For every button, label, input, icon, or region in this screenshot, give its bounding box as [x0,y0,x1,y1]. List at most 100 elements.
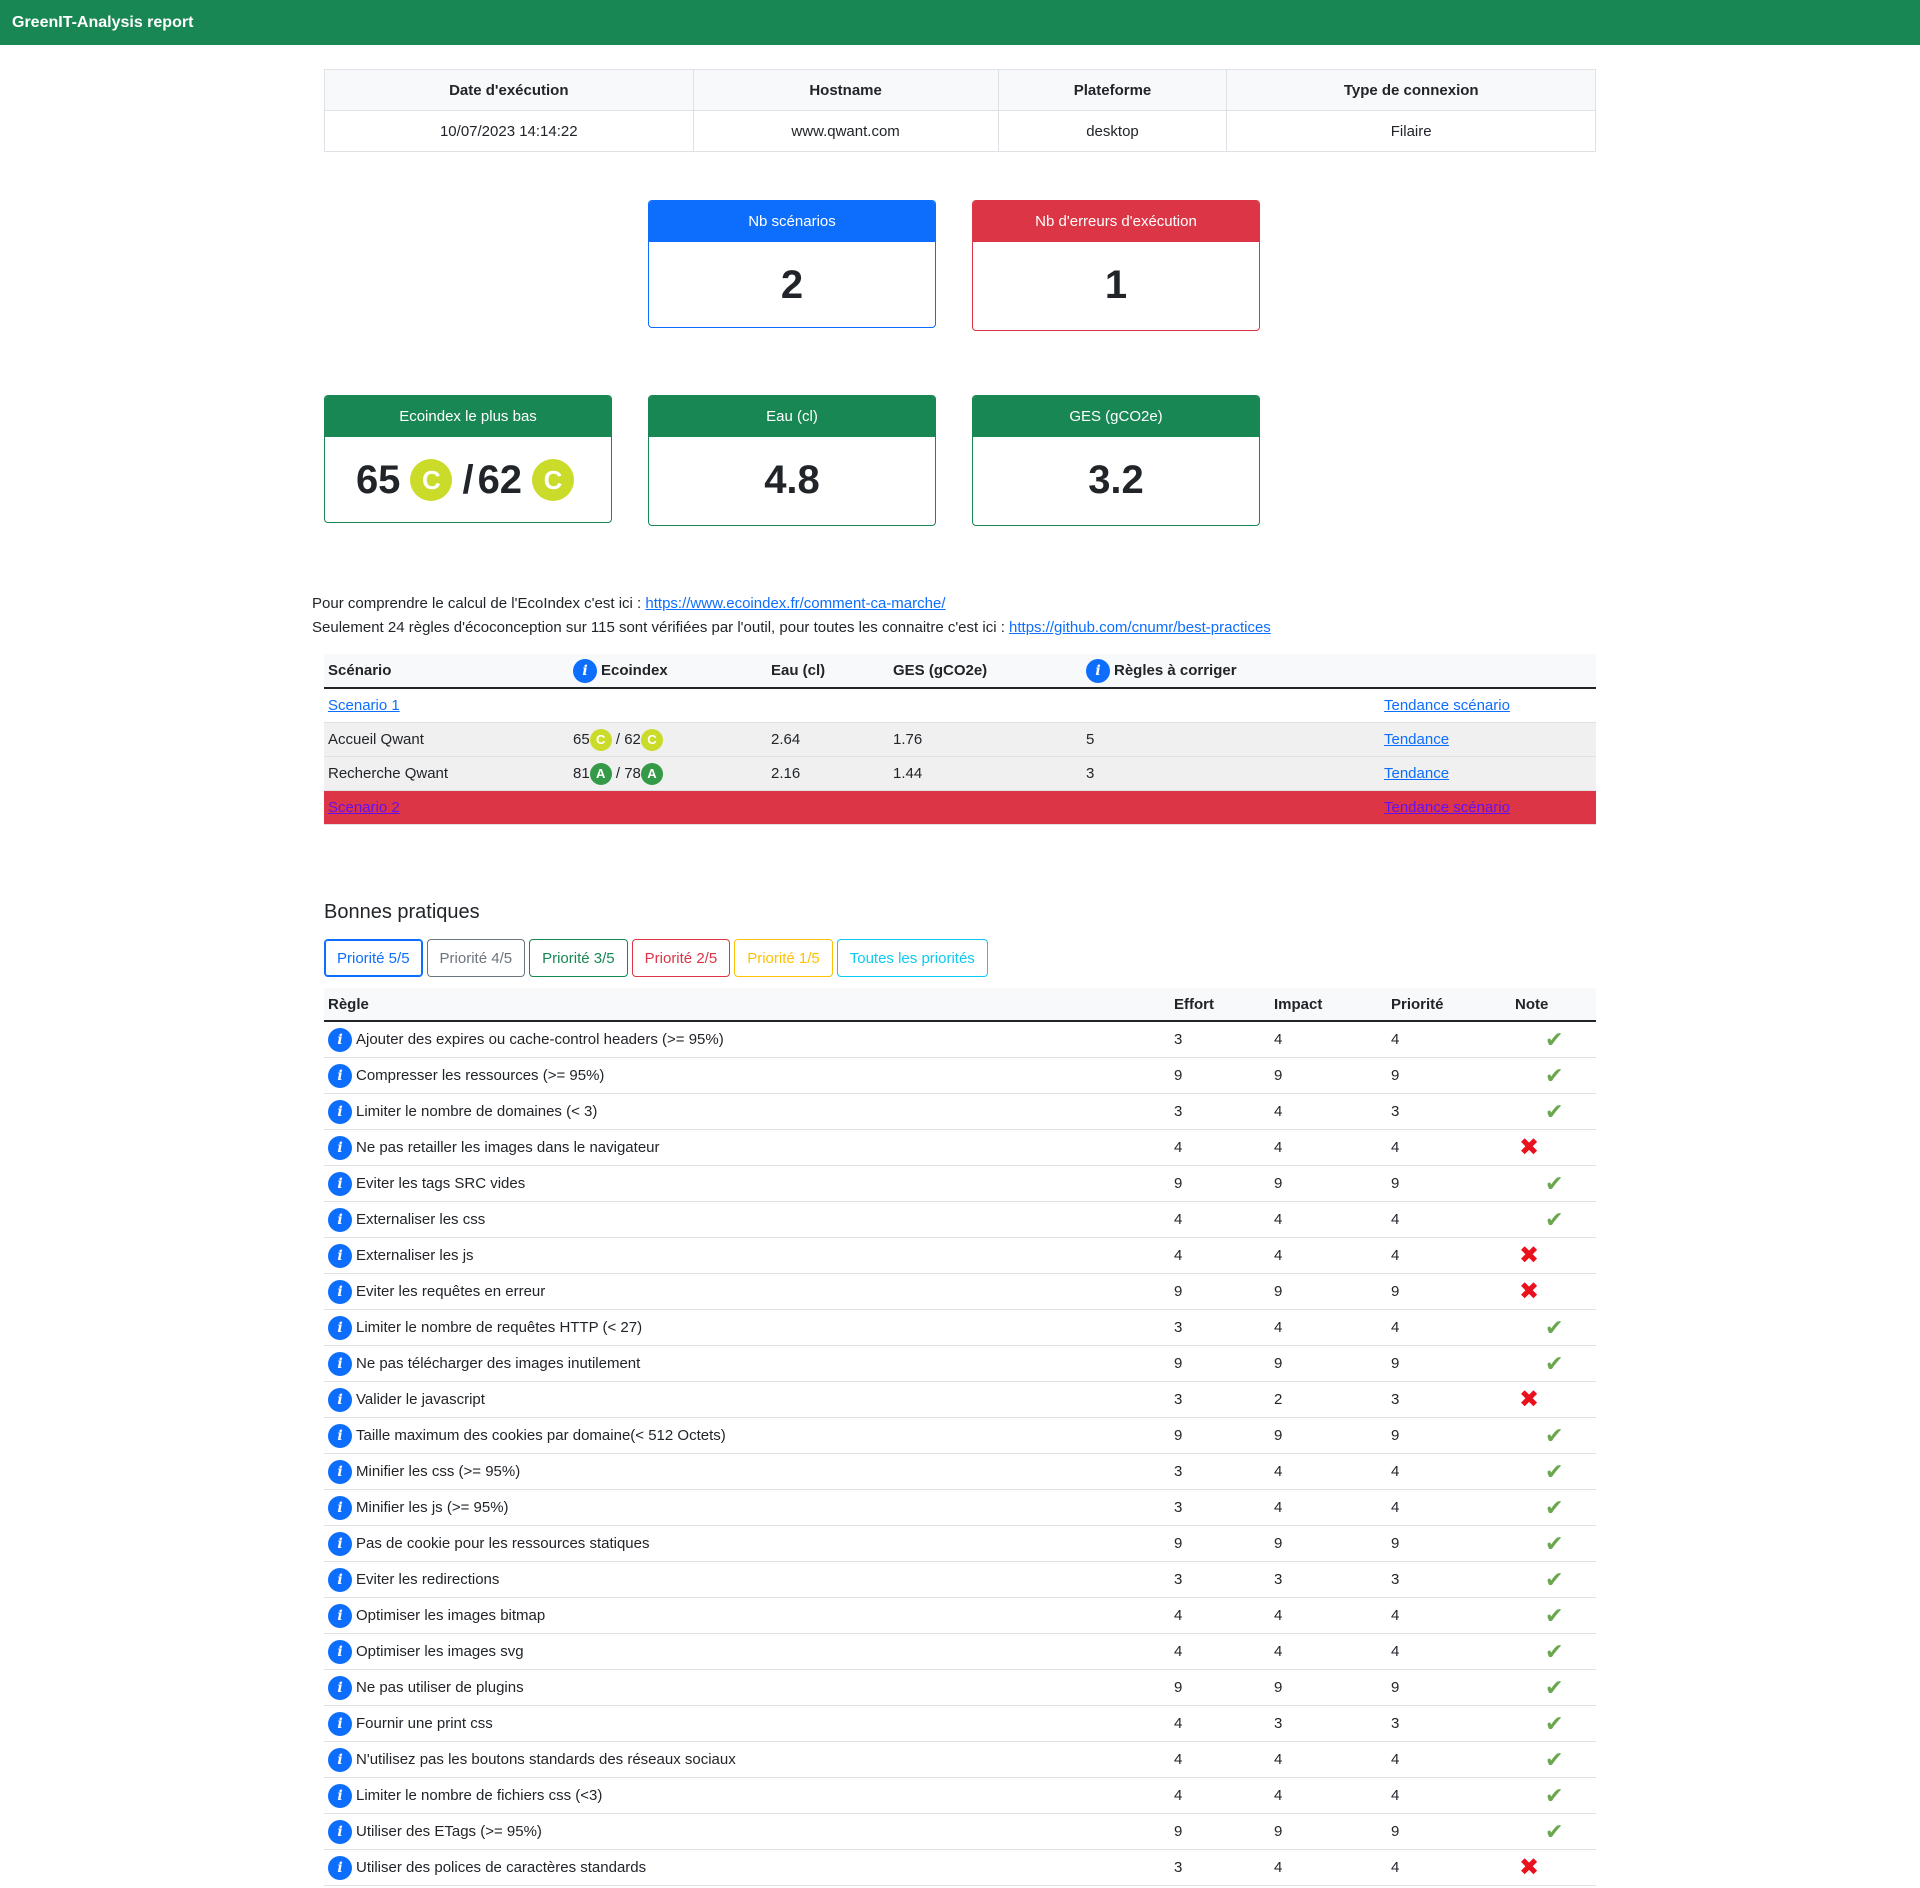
ecoindex-grade-2: C [532,459,575,501]
rule-name-cell: i Valider le javascript [324,1381,1170,1418]
rule-row: i Taille maximum des cookies par domaine(… [324,1417,1596,1454]
rule-effort: 9 [1170,1417,1270,1454]
rule-effort: 3 [1170,1561,1270,1598]
explain-line-1: Pour comprendre le calcul de l'EcoIndex … [312,592,1271,616]
rule-name: Eviter les requêtes en erreur [356,1282,546,1300]
navbar: GreenIT-Analysis report [0,0,1920,45]
info-icon[interactable]: i [328,1387,352,1412]
rule-impact: 4 [1270,1021,1387,1058]
info-icon[interactable]: i [328,1207,352,1232]
info-icon[interactable]: i [328,1099,352,1124]
rule-name: Eviter les redirections [356,1570,500,1588]
rule-impact: 4 [1270,1849,1387,1886]
rule-priorite: 9 [1387,1165,1511,1202]
priority-button[interactable]: Priorité 4/5 [426,939,526,977]
priority-button[interactable]: Priorité 1/5 [734,939,833,977]
info-icon[interactable]: i [328,1279,352,1304]
info-icon[interactable]: i [328,1459,352,1484]
rule-priorite: 4 [1387,1237,1511,1274]
page-row: Accueil Qwant 65 C / 62 C 2.64 1.76 5 Tend… [324,722,1596,757]
rule-name: Ne pas télécharger des images inutilemen… [356,1354,641,1372]
rule-effort: 3 [1170,1453,1270,1490]
info-icon[interactable]: i [328,1783,352,1808]
rule-impact: 3 [1270,1705,1387,1742]
tendance-link[interactable]: Tendance [1384,731,1449,748]
info-icon[interactable]: i [328,1495,352,1520]
info-icon[interactable]: i [328,1135,352,1160]
rule-row: i Limiter le nombre de requêtes HTTP (< 2… [324,1309,1596,1346]
info-icon[interactable]: i [328,1567,352,1592]
priority-button[interactable]: Priorité 2/5 [631,939,731,977]
col-regle: Règle [324,988,1170,1022]
card-nb-errors-value: 1 [1104,262,1128,307]
rule-name-cell: i Minifier les css (>= 95%) [324,1453,1170,1490]
rule-name-cell: i Utiliser des polices de caractères stan… [324,1849,1170,1886]
page-eau: 2.16 [767,756,889,791]
info-icon[interactable]: i [328,1819,352,1844]
card-nb-errors-label: Nb d'erreurs d'exécution [973,201,1259,242]
info-icon[interactable]: i [328,1711,352,1736]
bonnes-pratiques-title: Bonnes pratiques [324,901,480,923]
page-ecoindex-2: 78 [624,764,641,782]
rule-name-cell: i Ajouter des expires ou cache-control he… [324,1021,1170,1058]
info-icon[interactable]: i [1086,658,1110,683]
col-ecoindex-label: Ecoindex [601,661,668,679]
explain-line-2: Seulement 24 règles d'écoconception sur … [312,616,1271,640]
info-icon[interactable]: i [328,1531,352,1556]
header-plateforme: Plateforme [997,69,1228,111]
card-ecoindex: Ecoindex le plus bas 65 C / 62 C [324,395,612,523]
col-eau: Eau (cl) [767,654,889,689]
rule-name: Pas de cookie pour les ressources statiq… [356,1534,650,1552]
info-icon[interactable]: i [328,1351,352,1376]
info-icon[interactable]: i [328,1603,352,1628]
tendance-scenario-2-link[interactable]: Tendance scénario [1384,799,1510,816]
check-icon: ✔ [1545,1638,1564,1664]
rule-name-cell: i Limiter le nombre de requêtes HTTP (< 2… [324,1309,1170,1346]
info-icon[interactable]: i [328,1243,352,1268]
rule-row: i Ajouter des expires ou cache-control he… [324,1021,1596,1058]
rule-impact: 4 [1270,1741,1387,1778]
rule-name-cell: i Minifier les js (>= 95%) [324,1489,1170,1526]
rule-priorite: 9 [1387,1669,1511,1706]
rule-note: ✖ [1511,1237,1596,1274]
rule-name-cell: i Externaliser les css [324,1201,1170,1238]
info-icon[interactable]: i [328,1639,352,1664]
priority-button[interactable]: Priorité 5/5 [324,939,423,977]
tendance-scenario-1-link[interactable]: Tendance scénario [1384,697,1510,714]
info-icon[interactable]: i [328,1855,352,1880]
info-icon[interactable]: i [328,1315,352,1340]
check-icon: ✔ [1545,1746,1564,1772]
page-name: Accueil Qwant [324,722,569,757]
tendance-link[interactable]: Tendance [1384,765,1449,782]
grade-badge: A [589,762,612,785]
info-icon[interactable]: i [328,1675,352,1700]
ecoindex-link[interactable]: https://www.ecoindex.fr/comment-ca-march… [645,595,945,612]
check-icon: ✔ [1545,1566,1564,1592]
rule-name-cell: i Fournir une print css [324,1705,1170,1742]
best-practices-link[interactable]: https://github.com/cnumr/best-practices [1009,619,1271,636]
check-icon: ✔ [1545,1494,1564,1520]
priority-button[interactable]: Toutes les priorités [836,939,988,977]
scenario-2-link[interactable]: Scenario 2 [328,799,400,816]
info-icon[interactable]: i [328,1027,352,1052]
rule-name: Eviter les tags SRC vides [356,1174,526,1192]
value-connexion: Filaire [1226,110,1596,152]
check-icon: ✔ [1545,1314,1564,1340]
info-icon[interactable]: i [328,1063,352,1088]
page-regles: 5 [1082,722,1380,757]
info-icon[interactable]: i [328,1747,352,1772]
rule-row: i Compresser les ressources (>= 95%) 9 9 9 ✔ [324,1057,1596,1094]
rule-row: i Externaliser les css 4 4 4 ✔ [324,1201,1596,1238]
priority-button[interactable]: Priorité 3/5 [529,939,628,977]
info-icon[interactable]: i [328,1423,352,1448]
rule-impact: 4 [1270,1453,1387,1490]
check-icon: ✔ [1545,1350,1564,1376]
rule-impact: 9 [1270,1273,1387,1310]
scenario-1-link[interactable]: Scenario 1 [328,697,400,714]
rule-note: ✔ [1511,1561,1596,1598]
rule-impact: 4 [1270,1633,1387,1670]
check-icon: ✔ [1545,1710,1564,1736]
info-icon[interactable]: i [573,658,597,683]
info-icon[interactable]: i [328,1171,352,1196]
col-ecoindex: i Ecoindex [569,654,767,689]
